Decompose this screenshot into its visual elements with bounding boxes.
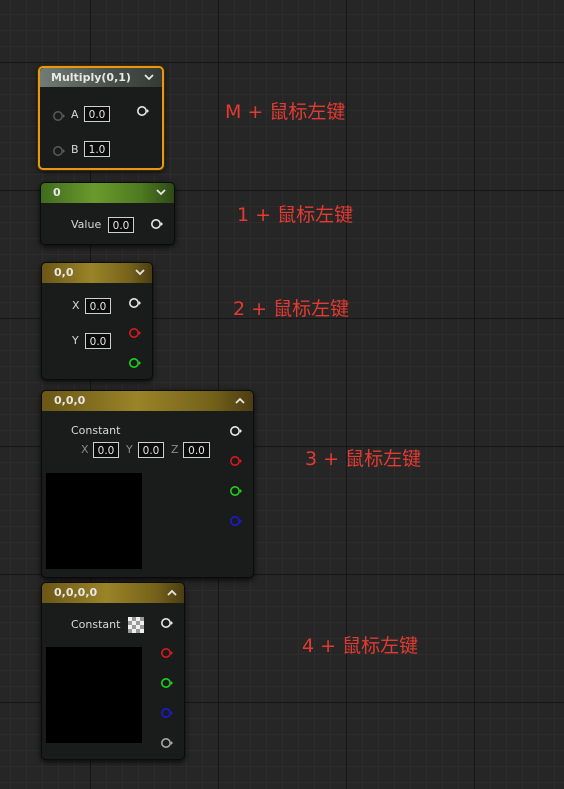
input-pin-icon[interactable] <box>52 110 66 122</box>
constant-node[interactable]: 0 Value 0.0 <box>40 182 175 245</box>
multiply-node[interactable]: Multiply(0,1) A 0.0 B 1.0 <box>38 66 164 170</box>
x-field[interactable]: 0.0 <box>93 442 119 458</box>
chevron-down-icon[interactable] <box>135 263 149 283</box>
input-pin-icon[interactable] <box>52 145 66 157</box>
y-field[interactable]: 0.0 <box>85 333 111 349</box>
y-label: Y <box>126 443 133 456</box>
value-label: Value <box>71 218 102 231</box>
constant-node-title: 0 <box>41 183 174 203</box>
annotation-constant1: 1 + 鼠标左键 <box>237 204 354 226</box>
input-b-label: B <box>71 143 79 156</box>
chevron-up-icon[interactable] <box>235 391 249 411</box>
constant4-node-title: 0,0,0,0 <box>42 583 184 603</box>
output-pin-icon[interactable] <box>128 297 142 309</box>
output-pin-green-icon[interactable] <box>160 677 174 689</box>
x-label: X <box>81 443 89 456</box>
color-preview <box>46 473 142 569</box>
output-pin-red-icon[interactable] <box>128 327 142 339</box>
constant4-vector-node[interactable]: 0,0,0,0 Constant <box>41 582 185 760</box>
y-field[interactable]: 0.0 <box>138 442 164 458</box>
output-pin-icon[interactable] <box>150 218 164 230</box>
annotation-constant4: 4 + 鼠标左键 <box>302 635 419 657</box>
constant-label: Constant <box>71 424 121 437</box>
chevron-down-icon[interactable] <box>156 183 170 203</box>
output-pin-blue-icon[interactable] <box>229 515 243 527</box>
constant3-node-title: 0,0,0 <box>42 391 253 411</box>
output-pin-red-icon[interactable] <box>229 455 243 467</box>
x-field[interactable]: 0.0 <box>85 298 111 314</box>
x-label: X <box>72 299 80 312</box>
color-preview <box>46 647 142 743</box>
input-a-label: A <box>71 108 79 121</box>
output-pin-icon[interactable] <box>229 425 243 437</box>
chevron-up-icon[interactable] <box>167 583 181 603</box>
output-pin-icon[interactable] <box>160 617 174 629</box>
chevron-down-icon[interactable] <box>144 68 158 88</box>
input-a-field[interactable]: 0.0 <box>84 106 110 122</box>
input-b-field[interactable]: 1.0 <box>84 141 110 157</box>
output-pin-red-icon[interactable] <box>160 647 174 659</box>
output-pin-green-icon[interactable] <box>229 485 243 497</box>
constant2-vector-node[interactable]: 0,0 X 0.0 Y 0.0 <box>41 262 153 380</box>
annotation-constant2: 2 + 鼠标左键 <box>233 298 350 320</box>
constant-label: Constant <box>71 618 121 631</box>
z-label: Z <box>171 443 179 456</box>
y-label: Y <box>72 334 79 347</box>
constant3-vector-node[interactable]: 0,0,0 Constant X 0.0 Y 0.0 Z 0.0 <box>41 390 254 578</box>
z-field[interactable]: 0.0 <box>183 442 210 458</box>
checker-swatch-icon[interactable] <box>128 617 144 633</box>
output-pin-alpha-icon[interactable] <box>160 737 174 749</box>
output-pin-green-icon[interactable] <box>128 357 142 369</box>
output-pin-icon[interactable] <box>136 105 150 117</box>
annotation-constant3: 3 + 鼠标左键 <box>305 448 422 470</box>
annotation-multiply: M + 鼠标左键 <box>225 101 346 123</box>
value-field[interactable]: 0.0 <box>108 217 134 233</box>
output-pin-blue-icon[interactable] <box>160 707 174 719</box>
